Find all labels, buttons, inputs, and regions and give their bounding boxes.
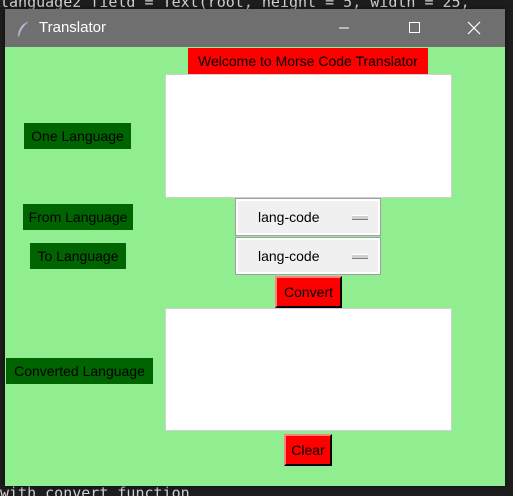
maximize-icon xyxy=(409,22,420,33)
minimize-icon xyxy=(339,27,349,29)
from-language-dropdown[interactable]: lang-code xyxy=(235,198,381,236)
one-language-textbox[interactable] xyxy=(165,74,452,198)
from-language-selected: lang-code xyxy=(258,209,320,225)
translator-window: Translator Welcome to Morse Code Transla… xyxy=(5,9,505,486)
to-language-dropdown[interactable]: lang-code xyxy=(235,237,381,275)
dropdown-indicator-icon xyxy=(352,254,368,259)
window-title: Translator xyxy=(39,19,106,36)
maximize-button[interactable] xyxy=(391,9,437,47)
convert-button[interactable]: Convert xyxy=(275,276,342,308)
window-content: Welcome to Morse Code Translator One Lan… xyxy=(5,47,505,486)
clear-button[interactable]: Clear xyxy=(284,434,332,466)
converted-language-label: Converted Language xyxy=(6,358,153,384)
to-language-label: To Language xyxy=(30,243,126,269)
minimize-button[interactable] xyxy=(321,9,367,47)
close-icon xyxy=(467,21,481,35)
one-language-label: One Language xyxy=(24,123,131,149)
from-language-label: From Language xyxy=(23,204,133,230)
window-titlebar[interactable]: Translator xyxy=(5,9,505,47)
tk-feather-icon xyxy=(17,21,29,37)
converted-language-textbox[interactable] xyxy=(165,308,452,431)
page-title: Welcome to Morse Code Translator xyxy=(188,48,428,74)
dropdown-indicator-icon xyxy=(352,215,368,220)
to-language-selected: lang-code xyxy=(258,248,320,264)
close-button[interactable] xyxy=(451,9,497,47)
